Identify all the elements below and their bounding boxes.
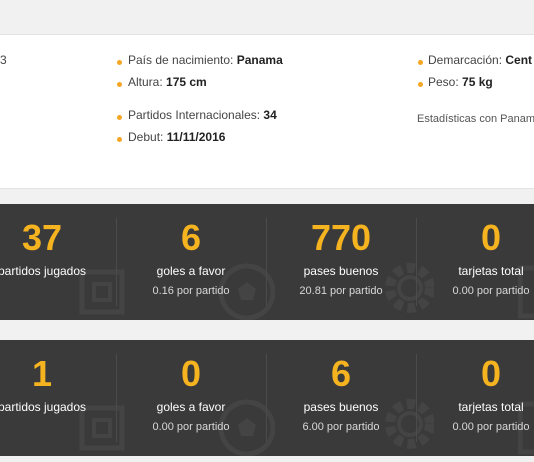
national-stats-link[interactable]: Estadísticas con Panam	[417, 113, 534, 125]
stats-band-general: 37 partidos jugados 6 goles a favor 0.16…	[0, 204, 534, 320]
birth-country-label: País de nacimiento:	[128, 53, 234, 67]
stat-label: goles a favor	[156, 400, 226, 414]
stat-label: partidos jugados	[0, 400, 87, 414]
stat-cards: 0 tarjetas total 0.00 por partido	[416, 340, 534, 456]
stat-value: 6	[330, 353, 352, 394]
height-label: Altura:	[128, 75, 163, 89]
stat-goals: 0 goles a favor 0.00 por partido	[116, 340, 266, 456]
stat-value: 6	[180, 217, 202, 258]
stat-matches: 37 partidos jugados	[0, 204, 117, 320]
stat-sub: 0.00 por partido	[452, 285, 530, 297]
caps-label: Partidos Internacionales:	[128, 108, 261, 122]
bullet-icon	[418, 82, 423, 87]
stat-label: goles a favor	[156, 264, 226, 278]
stat-sub: 0.16 por partido	[152, 285, 230, 297]
stat-value: 0	[480, 217, 502, 258]
stat-passes: 770 pases buenos 20.81 por partido	[266, 204, 416, 320]
debut-value: 11/11/2016	[166, 130, 226, 144]
stat-sub: 0.00 por partido	[452, 421, 530, 433]
birth-country-row: País de nacimiento: Panama	[128, 53, 283, 67]
position-label: Demarcación:	[428, 53, 503, 67]
stat-value: 0	[480, 353, 502, 394]
bullet-icon	[117, 115, 122, 120]
stat-goals: 6 goles a favor 0.16 por partido	[116, 204, 266, 320]
bullet-icon	[117, 82, 122, 87]
stat-label: pases buenos	[303, 400, 379, 414]
stat-label: tarjetas total	[458, 400, 524, 414]
weight-value: 75 kg	[462, 75, 493, 89]
stat-sub: 0.00 por partido	[152, 421, 230, 433]
stat-label: tarjetas total	[458, 264, 524, 278]
birth-country-value: Panama	[236, 53, 283, 67]
debut-label: Debut:	[128, 130, 164, 144]
bullet-icon	[418, 60, 423, 65]
stat-value: 1	[31, 353, 53, 394]
stat-sub: 6.00 por partido	[302, 421, 380, 433]
stat-matches: 1 partidos jugados	[0, 340, 117, 456]
bullet-icon	[117, 60, 122, 65]
height-row: Altura: 175 cm	[128, 75, 207, 89]
bullet-icon	[117, 137, 122, 142]
position-row: Demarcación: Cent	[428, 53, 532, 67]
stat-label: partidos jugados	[0, 264, 87, 278]
caps-value: 34	[263, 108, 277, 122]
position-value: Cent	[505, 53, 533, 67]
height-value: 175 cm	[166, 75, 207, 89]
stat-cards: 0 tarjetas total 0.00 por partido	[416, 204, 534, 320]
stats-band-national: 1 partidos jugados 0 goles a favor 0.00 …	[0, 340, 534, 456]
stat-label: pases buenos	[303, 264, 379, 278]
weight-label: Peso:	[428, 75, 459, 89]
caps-row: Partidos Internacionales: 34	[128, 108, 277, 122]
debut-row: Debut: 11/11/2016	[128, 130, 225, 144]
weight-row: Peso: 75 kg	[428, 75, 493, 89]
player-info-card: 3 País de nacimiento: Panama Altura: 175…	[0, 34, 534, 189]
stat-value: 37	[21, 217, 63, 258]
stat-value: 0	[180, 353, 202, 394]
stat-value: 770	[310, 217, 372, 258]
stat-passes: 6 pases buenos 6.00 por partido	[266, 340, 416, 456]
truncated-info-value: 3	[0, 53, 7, 67]
stat-sub: 20.81 por partido	[299, 285, 383, 297]
